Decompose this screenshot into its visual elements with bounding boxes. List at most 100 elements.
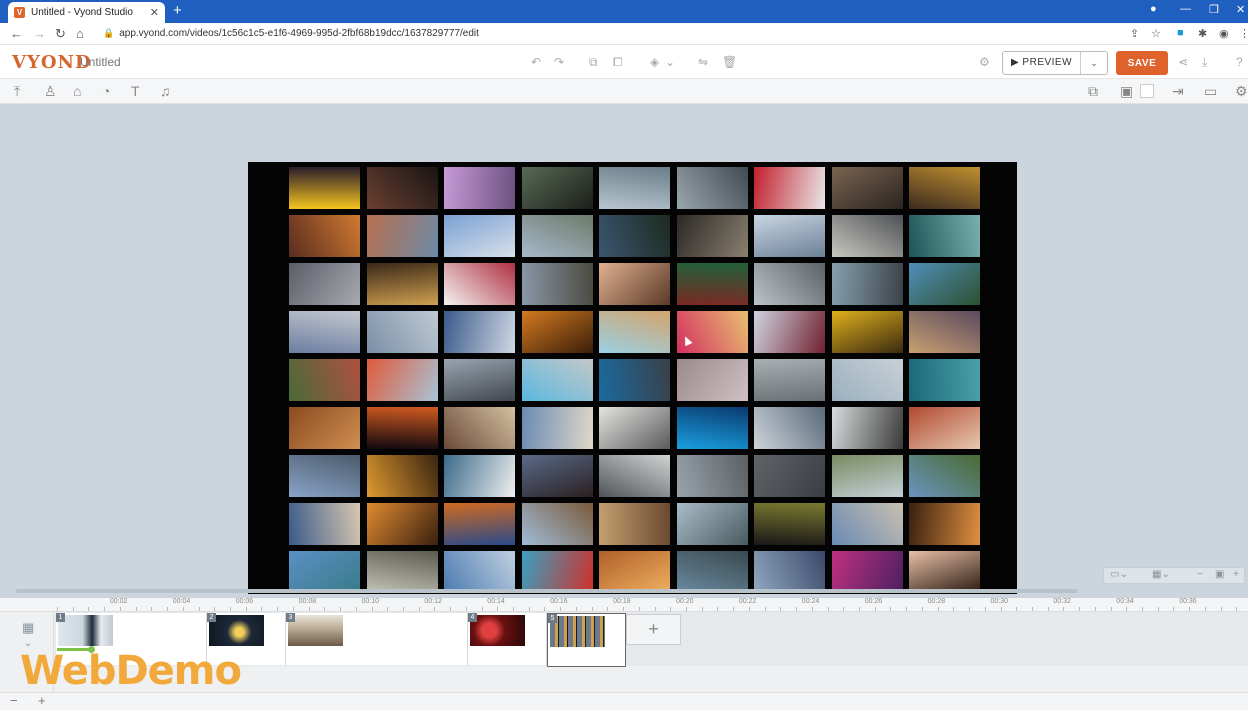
photo-tile: [676, 407, 748, 449]
preview-button[interactable]: ▶ PREVIEW ⌄: [1002, 51, 1108, 75]
scene-5[interactable]: 5: [547, 613, 626, 667]
webdemo-watermark: WebDemo: [20, 648, 242, 694]
account-icon[interactable]: ◉: [1219, 27, 1229, 40]
timeline-minor-tick: [780, 607, 782, 611]
zoom-fit-icon[interactable]: ▣: [1215, 569, 1224, 580]
save-button[interactable]: SAVE: [1116, 51, 1168, 75]
photo-grid: [289, 167, 980, 593]
enter-effect-icon[interactable]: ⇥: [1172, 83, 1184, 99]
fit-screen-icon[interactable]: ▭⌄: [1110, 569, 1128, 580]
horizontal-scrollbar[interactable]: [16, 589, 1078, 593]
timeline-zoom-in-button[interactable]: +: [38, 693, 46, 708]
photo-tile: [754, 503, 825, 545]
timeline-minor-tick: [1016, 607, 1018, 611]
timeline-minor-tick: [434, 607, 436, 611]
layers-dropdown-icon[interactable]: ⌄: [665, 55, 675, 69]
browser-menu-icon[interactable]: ⋮: [1239, 27, 1248, 40]
timeline-minor-tick: [654, 607, 656, 611]
home-icon[interactable]: ⌂: [76, 26, 84, 42]
grid-view-icon[interactable]: ▦⌄: [1152, 569, 1170, 580]
extension-icon[interactable]: ■: [1177, 27, 1184, 39]
timeline-minor-tick: [135, 607, 137, 611]
background-image-icon[interactable]: ▣: [1120, 83, 1133, 99]
timeline-minor-tick: [796, 607, 798, 611]
timeline-tick-label: 00:22: [738, 598, 757, 605]
photo-tile: [676, 551, 748, 593]
download-icon[interactable]: ⤓: [1202, 55, 1207, 70]
url-field[interactable]: 🔒 app.vyond.com/videos/1c56c1c5-e1f6-4969…: [103, 28, 479, 39]
browser-tab[interactable]: V Untitled - Vyond Studio ✕: [8, 2, 165, 23]
photo-tile: [599, 503, 670, 545]
preview-dropdown-icon[interactable]: ⌄: [1081, 58, 1107, 69]
timeline-minor-tick: [261, 607, 263, 611]
asset-toolbar: ⤒ ♙ ⌂ ◔ T ♫ ⧉ ▣ ⇥ ▭ ⚙: [0, 79, 1248, 104]
help-icon[interactable]: ?: [1236, 55, 1243, 69]
share-icon[interactable]: ⋖: [1178, 55, 1188, 69]
props-icon[interactable]: ⌂: [73, 83, 81, 99]
settings-icon[interactable]: ⚙: [1235, 83, 1248, 99]
timeline-minor-tick: [591, 607, 593, 611]
share-page-icon[interactable]: ⇪: [1130, 27, 1139, 40]
zoom-in-icon[interactable]: +: [1233, 569, 1239, 580]
reload-icon[interactable]: ↻: [55, 26, 66, 42]
bookmark-star-icon[interactable]: ☆: [1151, 27, 1161, 40]
scene-3[interactable]: 3: [286, 613, 468, 665]
close-tab-icon[interactable]: ✕: [150, 6, 159, 19]
characters-icon[interactable]: ♙: [44, 83, 57, 99]
timeline-minor-tick: [858, 607, 860, 611]
extensions-puzzle-icon[interactable]: ✱: [1198, 27, 1207, 40]
photo-tile: [831, 503, 903, 545]
minimize-icon[interactable]: —: [1180, 3, 1191, 15]
timeline-minor-tick: [371, 607, 373, 611]
delete-icon[interactable]: 🗑: [722, 55, 737, 69]
close-window-icon[interactable]: ✕: [1236, 3, 1245, 16]
settings-gear-icon[interactable]: ⚙: [979, 55, 990, 69]
scene-thumbnail: [550, 616, 605, 647]
timeline-tick-label: 00:36: [1179, 598, 1197, 605]
audio-icon[interactable]: ♫: [160, 83, 171, 99]
upload-icon[interactable]: ⤒: [14, 83, 20, 99]
redo-icon[interactable]: ↷: [554, 55, 564, 69]
back-icon[interactable]: ←: [10, 26, 23, 42]
timeline-tick-label: 00:10: [361, 598, 380, 605]
charts-icon[interactable]: ◔: [102, 83, 110, 99]
zoom-out-icon[interactable]: −: [1197, 569, 1203, 580]
stage-zoom-controls: ▭⌄ ▦⌄ − ▣ +: [1103, 567, 1245, 584]
add-scene-button[interactable]: +: [626, 614, 681, 645]
timeline-minor-tick: [1126, 607, 1128, 611]
timeline-minor-tick: [418, 607, 420, 611]
flip-icon[interactable]: ⇋: [698, 55, 708, 69]
photo-tile: [909, 359, 980, 401]
photo-tile: [831, 551, 903, 593]
address-bar: ← → ↻ ⌂ 🔒 app.vyond.com/videos/1c56c1c5-e…: [0, 23, 1248, 45]
layers-icon[interactable]: ◈: [650, 55, 659, 69]
photo-tile: [289, 359, 360, 401]
photo-tile: [909, 455, 980, 497]
camera-icon[interactable]: ▭: [1204, 83, 1217, 99]
forward-icon[interactable]: →: [33, 26, 46, 42]
swap-icon[interactable]: ⧉: [1088, 83, 1098, 99]
timeline-tick-label: 00:24: [801, 598, 820, 605]
background-color-swatch[interactable]: [1140, 84, 1154, 98]
text-icon[interactable]: T: [131, 83, 140, 99]
restore-icon[interactable]: ❐: [1209, 3, 1219, 16]
timeline-minor-tick: [1079, 607, 1081, 611]
timeline-minor-tick: [874, 607, 876, 611]
timeline-minor-tick: [402, 607, 404, 611]
paste-icon[interactable]: ⧠: [613, 55, 623, 70]
photo-tile: [521, 455, 593, 497]
scene-track-icon[interactable]: ▦: [22, 620, 34, 636]
profile-icon[interactable]: ●: [1150, 3, 1157, 15]
new-tab-button[interactable]: +: [173, 3, 182, 19]
photo-tile: [831, 311, 903, 353]
scene-canvas[interactable]: [248, 162, 1017, 594]
timeline-zoom-out-button[interactable]: −: [10, 693, 18, 708]
undo-icon[interactable]: ↶: [531, 55, 541, 69]
copy-icon[interactable]: ⧉: [589, 55, 598, 70]
timeline-tick-label: 00:32: [1053, 598, 1071, 605]
timeline-minor-tick: [1031, 607, 1033, 611]
scene-4[interactable]: 4: [468, 613, 547, 665]
timeline-ruler[interactable]: 00:02 00:04 00:06 00:08 00:10 00:12 00:14 00:16…: [0, 598, 1248, 612]
photo-tile: [366, 167, 438, 209]
document-title[interactable]: Untitled: [80, 55, 121, 69]
